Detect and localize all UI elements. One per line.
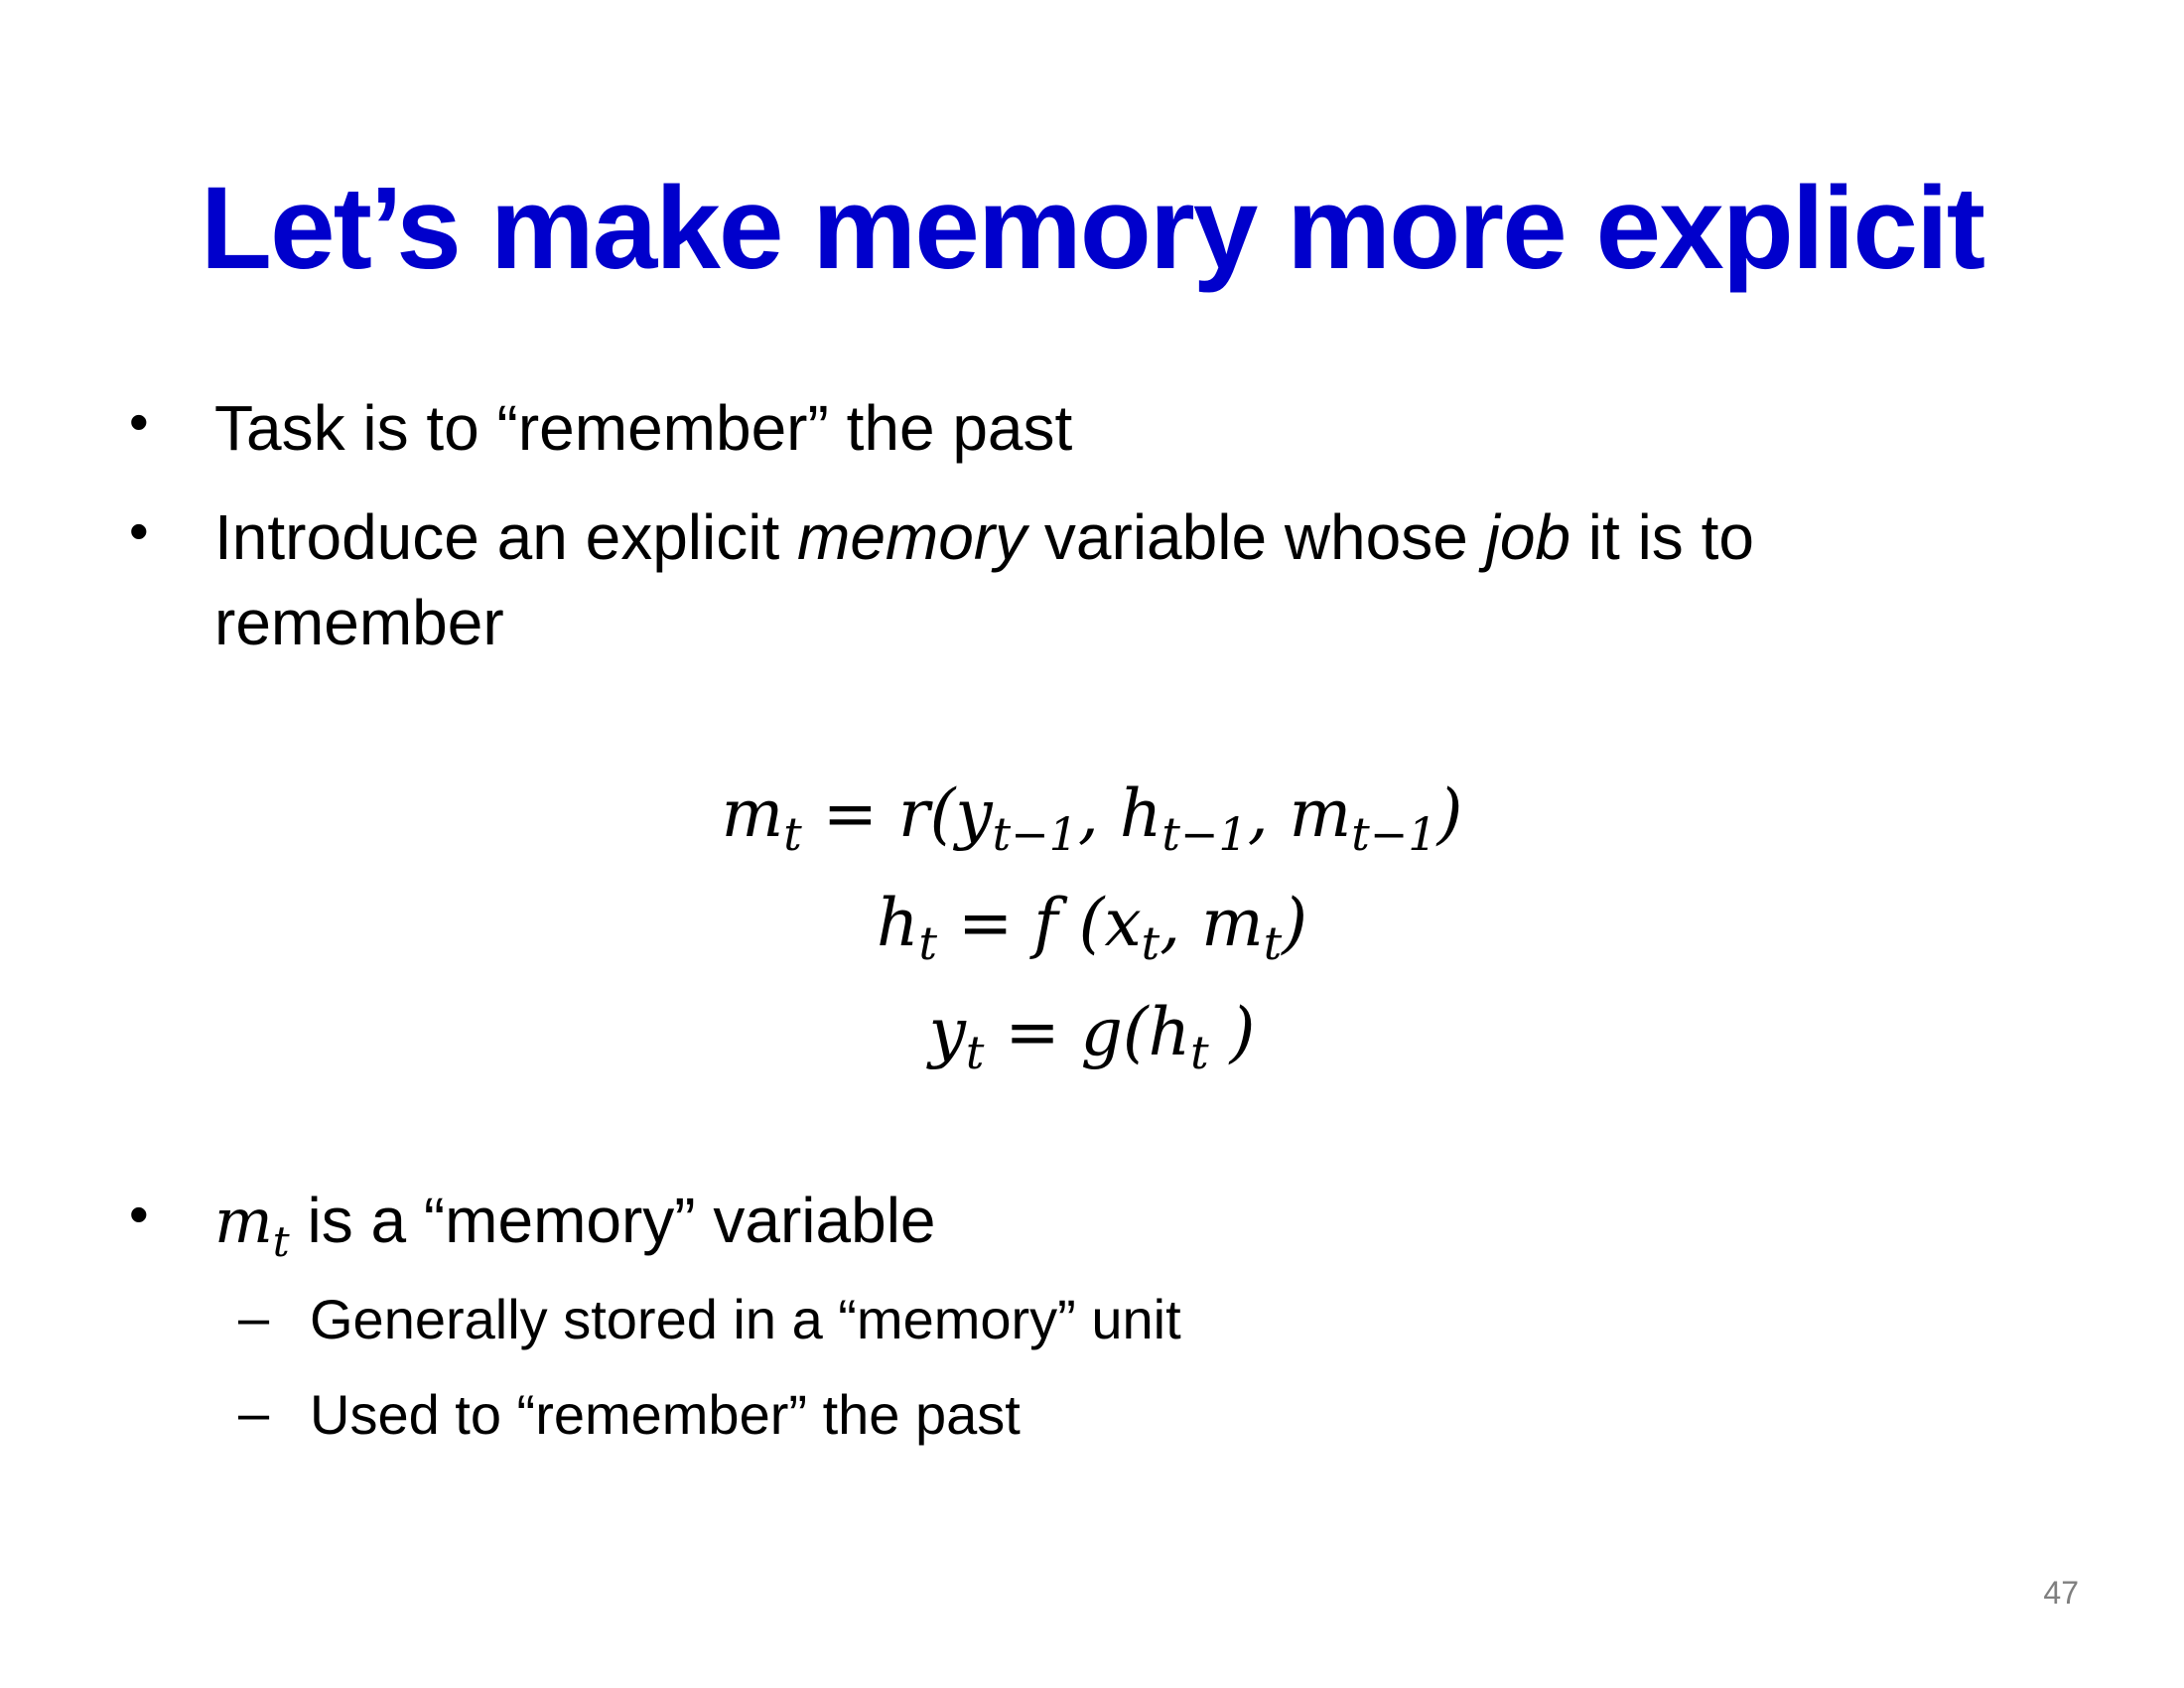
eq-lhs: h xyxy=(877,885,919,961)
eq-operator: = g( xyxy=(984,994,1149,1070)
eq-lhs-sub: t xyxy=(783,807,802,862)
sub-bullet-stored: Generally stored in a “memory” unit xyxy=(310,1288,1181,1350)
eq-comma: , xyxy=(1077,775,1120,852)
bullet-introduce-part1: Introduce an explicit xyxy=(214,501,797,573)
eq-lhs: m xyxy=(721,775,784,852)
bullet-introduce-part2: variable whose xyxy=(1026,501,1486,573)
eq-comma: , xyxy=(1160,885,1202,961)
bullet-introduce-em-job: job xyxy=(1485,501,1570,573)
eq-close-paren: ) xyxy=(1208,994,1256,1070)
bullet-introduce: Introduce an explicit memory variable wh… xyxy=(214,494,2001,665)
eq-arg-sub: t−1 xyxy=(1161,807,1248,862)
eq-arg: y xyxy=(955,775,993,852)
eq-lhs-sub: t xyxy=(918,916,938,971)
math-m: m xyxy=(214,1185,273,1257)
bullet-memory-variable-text: is a “memory” variable xyxy=(289,1185,936,1256)
eq-arg: x xyxy=(1104,885,1142,961)
sub-bullet-dash: – xyxy=(238,1381,270,1444)
math-m-sub: t xyxy=(272,1216,290,1266)
eq-operator: = f ( xyxy=(937,885,1105,961)
eq-arg: m xyxy=(1201,885,1264,961)
eq-close-paren: ) xyxy=(1436,775,1463,852)
eq-lhs: y xyxy=(928,994,966,1070)
eq-arg-sub: t−1 xyxy=(992,807,1078,862)
eq-comma: , xyxy=(1247,775,1290,852)
equation-output: yt = g(ht ) xyxy=(0,993,2184,1075)
eq-arg: m xyxy=(1289,775,1352,852)
eq-close-paren: ) xyxy=(1282,885,1307,961)
equation-memory: mt = r(yt−1, ht−1, mt−1) xyxy=(0,774,2184,857)
sub-bullet-used: Used to “remember” the past xyxy=(310,1383,1021,1446)
eq-arg: h xyxy=(1119,775,1162,852)
bullet-marker: • xyxy=(129,499,149,562)
bullet-marker: • xyxy=(129,390,149,453)
bullet-memory-variable: mt is a “memory” variable xyxy=(214,1178,936,1264)
eq-arg-sub: t xyxy=(1190,1026,1209,1080)
bullet-marker: • xyxy=(129,1183,149,1245)
slide: Let’s make memory more explicit • Task i… xyxy=(0,0,2184,1688)
eq-lhs-sub: t xyxy=(965,1026,985,1080)
eq-arg-sub: t xyxy=(1141,916,1160,971)
page-number: 47 xyxy=(2043,1575,2079,1611)
bullet-task: Task is to “remember” the past xyxy=(214,392,1073,464)
bullet-introduce-em-memory: memory xyxy=(797,501,1027,573)
equation-hidden: ht = f (xt, mt) xyxy=(0,884,2184,966)
eq-arg-sub: t xyxy=(1263,916,1283,971)
slide-title: Let’s make memory more explicit xyxy=(200,163,1985,294)
sub-bullet-dash: – xyxy=(238,1286,270,1348)
eq-arg-sub: t−1 xyxy=(1351,807,1437,862)
eq-operator: = r( xyxy=(801,775,956,852)
eq-arg: h xyxy=(1148,994,1191,1070)
